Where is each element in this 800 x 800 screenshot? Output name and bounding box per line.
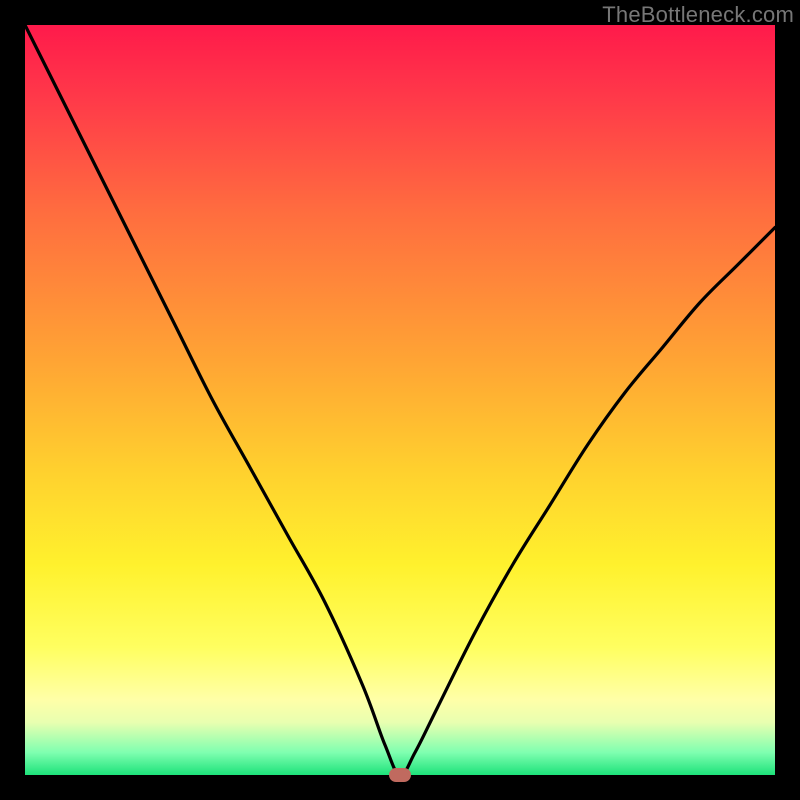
bottleneck-curve (25, 25, 775, 775)
plot-area (25, 25, 775, 775)
chart-frame: TheBottleneck.com (0, 0, 800, 800)
optimal-point-marker (389, 768, 411, 782)
